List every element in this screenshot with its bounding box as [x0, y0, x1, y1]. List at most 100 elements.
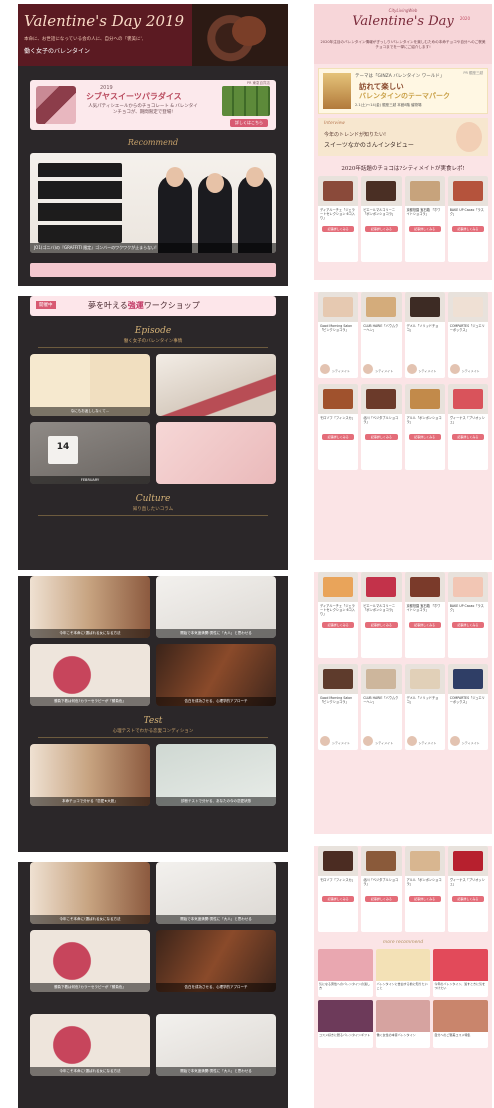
product-card[interactable]: 京都祇園 宝石箱 「ホワイトショコラ」 記事詳しくみる [404, 572, 445, 658]
workshop-title-pre: 夢を叶える [88, 301, 128, 310]
culture-section-heading: Culture 知り直したいコラム [18, 494, 288, 516]
product-card[interactable]: アルル「ボンボンショコラ」 記事詳しくみる [404, 384, 445, 470]
product-button[interactable]: 記事詳しくみる [365, 226, 398, 232]
episode-card-3[interactable]: 14 FEBRUARY [30, 422, 150, 484]
gap [18, 852, 288, 858]
recommend-card[interactable]: 働く女性の本音バレンタイン [375, 1000, 431, 1048]
workshop-banner[interactable]: 開催中 夢を叶える強運ワークショップ [30, 296, 276, 316]
product-image [318, 664, 359, 694]
product-button[interactable]: 記事詳しくみる [408, 434, 441, 440]
reviewer-name: シティメイト [418, 741, 437, 745]
product-card[interactable]: BAKE UP Cacao「ラスク」 記事詳しくみる [447, 176, 488, 262]
product-photo [366, 851, 397, 871]
episode-card-4[interactable] [156, 422, 276, 484]
pink-banner[interactable] [30, 263, 276, 277]
culture-caption: 開始で本気度満開!男性に「大人」と思わせる [156, 1067, 276, 1076]
product-card[interactable]: COMPARTES「ジュエリーボックス」 シティメイト [447, 664, 488, 750]
recommend-card[interactable]: コスメ好きに贈るバレンタインギフト [318, 1000, 373, 1048]
ginza-banner[interactable]: PR 銀座三越 テーマは「GINZA バレンタイン ワールド」 訪れて楽しい バ… [318, 68, 488, 114]
product-button[interactable]: 記事詳しくみる [322, 434, 355, 440]
recommend-card[interactable]: バレンタインに告白する前に知りたいこと [375, 949, 431, 997]
product-button[interactable]: 記事詳しくみる [322, 622, 355, 628]
product-button[interactable]: 記事詳しくみる [408, 896, 441, 902]
product-button[interactable]: 記事詳しくみる [365, 434, 398, 440]
product-button[interactable]: 記事詳しくみる [322, 226, 355, 232]
test-card-2[interactable]: 診断テストで分かる、あなたの今の恋愛状態 [156, 744, 276, 806]
product-card[interactable]: モロゾフ「フィンスカ」 記事詳しくみる [318, 384, 359, 470]
culture-card-6[interactable]: 開始で本気度満開!男性に「大人」と思わせる [156, 1014, 276, 1076]
hero-banner[interactable]: JO1(ゴニバ)の『GRAFFITI 限定』ゴンバーのワクワクが止まらない! [30, 153, 276, 253]
culture-card-1[interactable]: 今年こそ本命に!選ばれる女になる方法 [30, 862, 150, 924]
product-button[interactable]: 記事詳しくみる [451, 226, 484, 232]
sweets-paradise-ad[interactable]: PR 東急百貨店 2019 シブヤスイーツパラダイス 人気パティシエールからのチ… [30, 80, 276, 130]
culture-card-3[interactable]: 勝負下着は何色?カラーセラピーが「勝負色」 [30, 930, 150, 992]
product-card[interactable]: デメル「ソリッドチョコ」 シティメイト [404, 664, 445, 750]
interview-banner[interactable]: Interview 今年のトレンドが知りたい! スイーツなかのさんインタビュー [318, 118, 488, 156]
reviewer-avatar [449, 364, 460, 374]
product-card[interactable]: 北川「ベジタブルショコラ」 記事詳しくみる [361, 846, 402, 932]
episode-card-2[interactable] [156, 354, 276, 416]
hero-caption: JO1(ゴニバ)の『GRAFFITI 限定』ゴンバーのワクワクが止まらない! [30, 243, 276, 253]
ginza-dates: 2.1(土)〜14(金) 銀座三越 本館8階 催物場 [355, 103, 422, 107]
product-button[interactable]: 記事詳しくみる [322, 896, 355, 902]
product-button[interactable]: 記事詳しくみる [451, 434, 484, 440]
product-card[interactable]: CLUB HARIE「バウムクーヘン」 シティメイト [361, 664, 402, 750]
interview-label: Interview [324, 121, 345, 126]
product-card[interactable]: 京都祇園 宝石箱 「ホワイトショコラ」 記事詳しくみる [404, 176, 445, 262]
product-card[interactable]: ディアルーチェ「ジェラートセレクション 6コ入り」 記事詳しくみる [318, 176, 359, 262]
culture-card-5[interactable]: 今年こそ本命に!選ばれる女になる方法 [30, 1014, 150, 1076]
recommend-card[interactable]: 気になる男性へのバレンタインの渡し方 [318, 949, 373, 997]
product-card[interactable]: BAKE UP Cacao「ラスク」 記事詳しくみる [447, 572, 488, 658]
episode-card-caption: なにもお返ししなくて… [30, 407, 150, 416]
product-card[interactable]: ピエールマルコリーニ「ボンボンショコラ」 記事詳しくみる [361, 176, 402, 262]
product-card[interactable]: デメル「ソリッドチョコ」 シティメイト [404, 292, 445, 378]
product-name: ピエールマルコリーニ「ボンボンショコラ」 [363, 208, 396, 216]
product-card[interactable]: ヴィーナス「ブリオッシュ」 記事詳しくみる [447, 846, 488, 932]
recommend-card[interactable]: 今年のバレンタイン、渡すときに気をつけたい [433, 949, 488, 997]
chocolate-image [36, 86, 76, 124]
test-grid: 本命チョコで分かる「恋愛★大胆」 診断テストで分かる、あなたの今の恋愛状態 [30, 744, 276, 806]
product-card[interactable]: Good Morning Salon「ピンクショコラ」 シティメイト [318, 664, 359, 750]
recommend-card[interactable]: 自分へのご褒美コスメ特集 [433, 1000, 488, 1048]
culture-card-4[interactable]: 告白を成功させる、心理学的アプローチ [156, 644, 276, 706]
product-name: ヴィーナス「ブリオッシュ」 [449, 878, 485, 886]
left-panel-4: 今年こそ本命に!選ばれる女になる方法 開始で本気度満開!男性に「大人」と思わせる… [18, 862, 288, 1108]
ad-cta-button[interactable]: 詳しくはこちら [230, 119, 268, 127]
head-3 [246, 167, 264, 187]
product-card[interactable]: アルル「ボンボンショコラ」 記事詳しくみる [404, 846, 445, 932]
recommend-image [318, 949, 373, 981]
product-card[interactable]: モロゾフ「フィンスカ」 記事詳しくみる [318, 846, 359, 932]
product-card[interactable]: ピエールマルコリーニ「ボンボンショコラ」 記事詳しくみる [361, 572, 402, 658]
product-button[interactable]: 記事詳しくみる [451, 622, 484, 628]
test-card-1[interactable]: 本命チョコで分かる「恋愛★大胆」 [30, 744, 150, 806]
workshop-tag: 開催中 [36, 301, 56, 309]
product-button[interactable]: 記事詳しくみる [408, 226, 441, 232]
product-photo [409, 297, 440, 317]
product-image [361, 176, 402, 206]
product-card[interactable]: Good Morning Salon「ピンクショコラ」 シティメイト [318, 292, 359, 378]
reviewer-name: シティメイト [375, 741, 394, 745]
product-card[interactable]: ヴィーナス「ブリオッシュ」 記事詳しくみる [447, 384, 488, 470]
product-photo [323, 389, 353, 409]
episode-card-1[interactable]: なにもお返ししなくて… [30, 354, 150, 416]
reviewer-avatar [320, 736, 330, 746]
product-image [318, 846, 359, 876]
culture-card-4[interactable]: 告白を成功させる、心理学的アプローチ [156, 930, 276, 992]
product-card[interactable]: 北川「ベジタブルショコラ」 記事詳しくみる [361, 384, 402, 470]
recommend-text: 自分へのご褒美コスメ特集 [434, 1033, 471, 1037]
product-name: デメル「ソリッドチョコ」 [406, 324, 439, 332]
culture-card-3[interactable]: 勝負下着は何色?カラーセラピーが「勝負色」 [30, 644, 150, 706]
product-button[interactable]: 記事詳しくみる [451, 896, 484, 902]
product-card[interactable]: CLUB HARIE「バウムクーヘン」 シティメイト [361, 292, 402, 378]
product-button[interactable]: 記事詳しくみる [408, 622, 441, 628]
product-photo [366, 389, 397, 409]
product-card[interactable]: ディアルーチェ「ジェラートセレクション 6コ入り」 記事詳しくみる [318, 572, 359, 658]
episode-grid: なにもお返ししなくて… 14 FEBRUARY [30, 354, 276, 484]
culture-card-2[interactable]: 開始で本気度満開!男性に「大人」と思わせる [156, 576, 276, 638]
product-button[interactable]: 記事詳しくみる [365, 622, 398, 628]
product-card[interactable]: COMPARTES「ジュエリーボックス」 シティメイト [447, 292, 488, 378]
culture-card-1[interactable]: 今年こそ本命に!選ばれる女になる方法 [30, 576, 150, 638]
episode-title: Episode [134, 326, 172, 336]
product-button[interactable]: 記事詳しくみる [365, 896, 398, 902]
culture-card-2[interactable]: 開始で本気度満開!男性に「大人」と思わせる [156, 862, 276, 924]
